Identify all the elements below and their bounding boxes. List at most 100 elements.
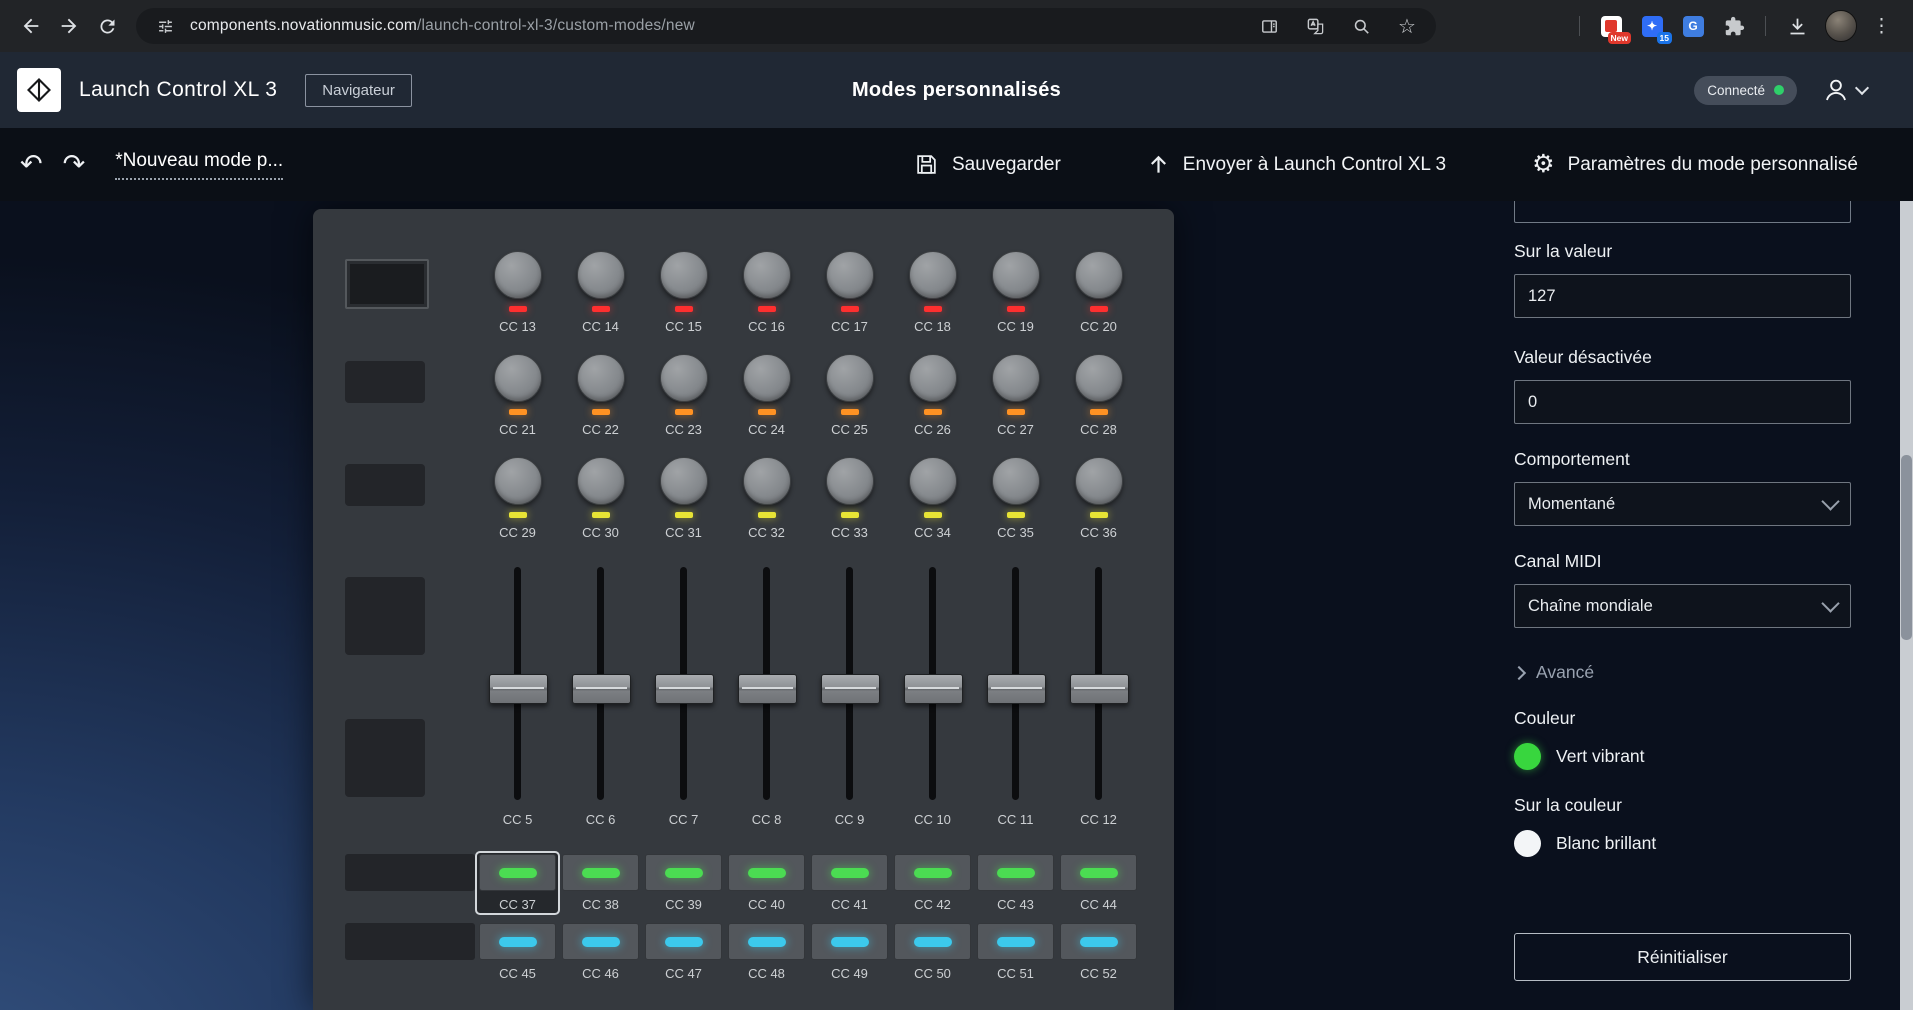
pad-button[interactable] xyxy=(811,923,888,960)
fader-handle[interactable] xyxy=(1070,674,1129,704)
color-swatch[interactable] xyxy=(1514,743,1541,770)
pad[interactable]: CC 50 xyxy=(891,921,974,983)
off-value-input[interactable] xyxy=(1514,380,1851,424)
save-button[interactable]: Sauvegarder xyxy=(914,152,1061,177)
site-settings-icon[interactable] xyxy=(152,13,178,39)
knob[interactable] xyxy=(660,457,708,505)
url-bar[interactable]: components.novationmusic.com/launch-cont… xyxy=(136,8,1436,44)
fader-handle[interactable] xyxy=(738,674,797,704)
fader[interactable] xyxy=(891,567,974,800)
pad[interactable]: CC 44 xyxy=(1057,852,1140,914)
back-button[interactable] xyxy=(12,7,50,45)
knob[interactable] xyxy=(1075,354,1123,402)
knob[interactable] xyxy=(826,354,874,402)
pad[interactable]: CC 41 xyxy=(808,852,891,914)
knob[interactable] xyxy=(577,251,625,299)
undo-icon[interactable]: ↶ xyxy=(20,151,43,178)
color-picker-row[interactable]: Vert vibrant xyxy=(1514,743,1851,770)
pad-button[interactable] xyxy=(894,854,971,891)
fader-handle[interactable] xyxy=(489,674,548,704)
fader-handle[interactable] xyxy=(987,674,1046,704)
fader[interactable] xyxy=(725,567,808,800)
fader[interactable] xyxy=(808,567,891,800)
knob[interactable] xyxy=(577,457,625,505)
pad-button[interactable] xyxy=(562,923,639,960)
pad-button[interactable] xyxy=(894,923,971,960)
knob[interactable] xyxy=(826,457,874,505)
pad-button[interactable] xyxy=(811,854,888,891)
downloads-icon[interactable] xyxy=(1784,13,1810,39)
pad[interactable]: CC 40 xyxy=(725,852,808,914)
device-row-button[interactable] xyxy=(345,923,475,960)
extension-icon-2[interactable]: ✦ 15 xyxy=(1639,13,1665,39)
pad[interactable]: CC 49 xyxy=(808,921,891,983)
device-button[interactable] xyxy=(345,464,425,506)
midi-channel-select[interactable]: Chaîne mondiale xyxy=(1514,584,1851,628)
navigator-button[interactable]: Navigateur xyxy=(305,74,412,107)
knob[interactable] xyxy=(909,354,957,402)
profile-avatar[interactable] xyxy=(1825,10,1857,42)
pad-button[interactable] xyxy=(1060,854,1137,891)
pad-button[interactable] xyxy=(1060,923,1137,960)
redo-icon[interactable]: ↷ xyxy=(63,151,86,178)
pad-button[interactable] xyxy=(479,854,556,891)
knob[interactable] xyxy=(494,354,542,402)
knob[interactable] xyxy=(743,457,791,505)
device-button[interactable] xyxy=(345,719,425,797)
pad[interactable]: CC 39 xyxy=(642,852,725,914)
side-panel-icon[interactable] xyxy=(1256,13,1282,39)
pad-button[interactable] xyxy=(977,923,1054,960)
pad-button[interactable] xyxy=(562,854,639,891)
pad[interactable]: CC 47 xyxy=(642,921,725,983)
url-text[interactable]: components.novationmusic.com/launch-cont… xyxy=(190,17,695,35)
knob[interactable] xyxy=(494,251,542,299)
pad[interactable]: CC 51 xyxy=(974,921,1057,983)
fader-handle[interactable] xyxy=(821,674,880,704)
fader[interactable] xyxy=(1057,567,1140,800)
knob[interactable] xyxy=(909,251,957,299)
bookmark-star-icon[interactable]: ☆ xyxy=(1394,13,1420,39)
novation-logo[interactable] xyxy=(17,68,61,112)
knob[interactable] xyxy=(909,457,957,505)
knob[interactable] xyxy=(743,251,791,299)
pad[interactable]: CC 43 xyxy=(974,852,1057,914)
pad-button[interactable] xyxy=(977,854,1054,891)
extensions-puzzle-icon[interactable] xyxy=(1721,13,1747,39)
fader[interactable] xyxy=(476,567,559,800)
knob[interactable] xyxy=(992,354,1040,402)
pad-button[interactable] xyxy=(645,923,722,960)
knob[interactable] xyxy=(743,354,791,402)
device-button[interactable] xyxy=(345,577,425,655)
forward-button[interactable] xyxy=(50,7,88,45)
clipped-input[interactable] xyxy=(1514,201,1851,223)
on-color-swatch[interactable] xyxy=(1514,830,1541,857)
pad[interactable]: CC 38 xyxy=(559,852,642,914)
knob[interactable] xyxy=(494,457,542,505)
mode-settings-button[interactable]: ⚙ Paramètres du mode personnalisé xyxy=(1532,152,1858,177)
advanced-toggle[interactable]: Avancé xyxy=(1514,662,1851,683)
pad-button[interactable] xyxy=(728,854,805,891)
mode-name-input[interactable]: *Nouveau mode p... xyxy=(115,150,283,180)
knob[interactable] xyxy=(826,251,874,299)
pad[interactable]: CC 46 xyxy=(559,921,642,983)
fader-handle[interactable] xyxy=(655,674,714,704)
on-color-picker-row[interactable]: Blanc brillant xyxy=(1514,830,1851,857)
on-value-input[interactable] xyxy=(1514,274,1851,318)
knob[interactable] xyxy=(577,354,625,402)
extension-icon-3[interactable]: G xyxy=(1680,13,1706,39)
reload-button[interactable] xyxy=(88,7,126,45)
send-to-device-button[interactable]: Envoyer à Launch Control XL 3 xyxy=(1147,153,1446,176)
fader-handle[interactable] xyxy=(572,674,631,704)
behaviour-select[interactable]: Momentané xyxy=(1514,482,1851,526)
browser-menu-icon[interactable]: ⋮ xyxy=(1872,15,1891,38)
pad[interactable]: CC 48 xyxy=(725,921,808,983)
device-button[interactable] xyxy=(345,361,425,403)
extension-icon-1[interactable]: New xyxy=(1598,13,1624,39)
knob[interactable] xyxy=(992,457,1040,505)
reset-button[interactable]: Réinitialiser xyxy=(1514,933,1851,981)
fader[interactable] xyxy=(974,567,1057,800)
search-icon[interactable] xyxy=(1348,13,1374,39)
device-row-button[interactable] xyxy=(345,854,475,891)
pad[interactable]: CC 37 xyxy=(476,852,559,914)
knob[interactable] xyxy=(660,354,708,402)
